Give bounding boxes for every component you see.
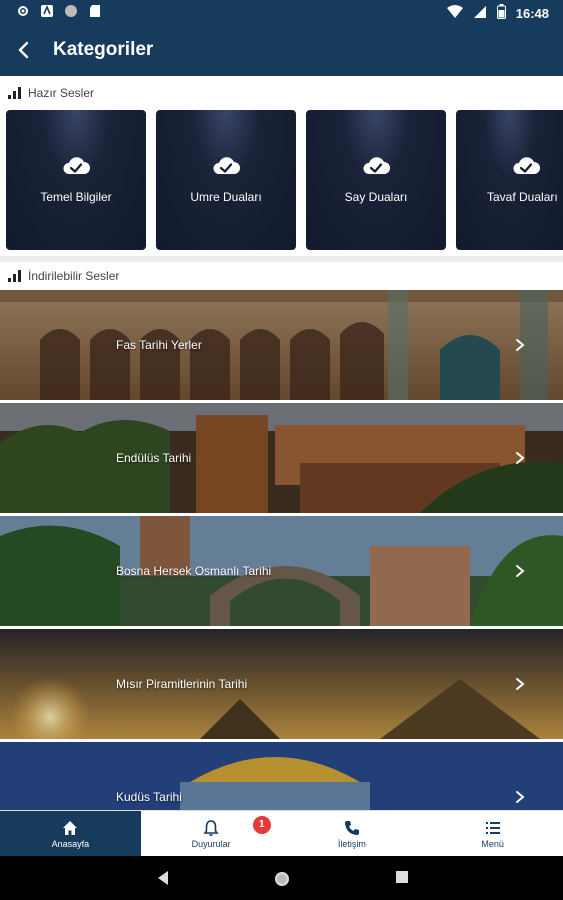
ready-card[interactable]: Tavaf Duaları [456,110,563,250]
ready-card[interactable]: Temel Bilgiler [6,110,146,250]
chevron-right-icon [516,678,525,690]
chevron-right-icon [516,452,525,464]
page-title: Kategoriler [53,39,154,60]
card-label: Say Duaları [344,190,408,204]
signal-icon [473,5,487,22]
list-item[interactable]: Fas Tarihi Yerler [0,290,563,400]
home-circle-icon[interactable] [273,870,291,888]
ready-card[interactable]: Umre Duaları [156,110,296,250]
nav-item-announcements[interactable]: Duyurular 1 [141,811,282,856]
row-background-image [0,629,563,739]
back-button[interactable] [8,34,40,66]
section-header-ready: Hazır Sesler [0,80,563,106]
nav-label: İletişim [337,839,366,849]
wifi-icon [446,4,463,22]
row-background-image [0,290,563,400]
bell-icon [203,820,219,836]
list-item[interactable]: Mısır Piramitlerinin Tarihi [0,629,563,739]
menu-icon [485,822,500,834]
status-bar: 16:48 [0,0,563,24]
cloud-check-icon [363,157,390,174]
cloud-check-icon [513,157,540,174]
row-background-image [0,742,563,810]
chevron-left-icon [18,41,29,59]
phone-icon [344,821,359,835]
row-label: Kudüs Tarihi [116,790,182,804]
row-label: Fas Tarihi Yerler [116,338,202,352]
sd-card-icon [88,4,102,18]
nav-item-contact[interactable]: İletişim [282,811,423,856]
home-icon [63,821,78,835]
bottom-navigation: Anasayfa Duyurular 1 İletişim Menü [0,810,563,856]
nav-label: Duyurular [191,839,231,849]
section-title: Hazır Sesler [28,86,95,100]
row-background-image [0,403,563,513]
list-item[interactable]: Bosna Hersek Osmanlı Tarihi [0,516,563,626]
notification-app-icon [40,4,54,18]
ready-card[interactable]: Say Duaları [306,110,446,250]
notification-badge: 1 [252,816,271,834]
row-label: Endülüs Tarihi [116,451,192,465]
main-content[interactable]: Hazır Sesler Temel Bilgiler Umre Duaları… [0,76,563,810]
chevron-right-icon [516,791,525,803]
list-item[interactable]: Endülüs Tarihi [0,403,563,513]
row-background-image [0,516,563,626]
nav-label: Anasayfa [51,839,90,849]
battery-icon [496,4,506,22]
list-item[interactable]: Kudüs Tarihi [0,742,563,810]
nav-item-home[interactable]: Anasayfa [0,811,141,856]
clock-text: 16:48 [515,5,549,21]
chevron-right-icon [516,565,525,577]
app-bar: Kategoriler [0,24,563,76]
row-label: Mısır Piramitlerinin Tarihi [116,677,248,691]
cloud-check-icon [63,157,90,174]
section-title: İndirilebilir Sesler [28,269,120,283]
row-label: Bosna Hersek Osmanlı Tarihi [116,564,272,578]
cloud-check-icon [213,157,240,174]
signal-bars-icon [8,270,21,282]
section-header-downloadable: İndirilebilir Sesler [0,263,563,289]
card-label: Tavaf Duaları [487,190,558,204]
card-label: Umre Duaları [190,190,262,204]
back-triangle-icon[interactable] [156,870,170,886]
nav-label: Menü [481,839,504,849]
system-navigation-bar [0,856,563,900]
signal-bars-icon [8,87,21,99]
recents-square-icon[interactable] [395,870,409,884]
settings-icon [16,4,30,18]
nav-item-menu[interactable]: Menü [422,811,563,856]
card-label: Temel Bilgiler [40,190,112,204]
section-divider [0,256,563,262]
ready-cards-carousel[interactable]: Temel Bilgiler Umre Duaları Say Duaları … [0,110,563,258]
circle-app-icon [64,4,78,18]
chevron-right-icon [516,339,525,351]
